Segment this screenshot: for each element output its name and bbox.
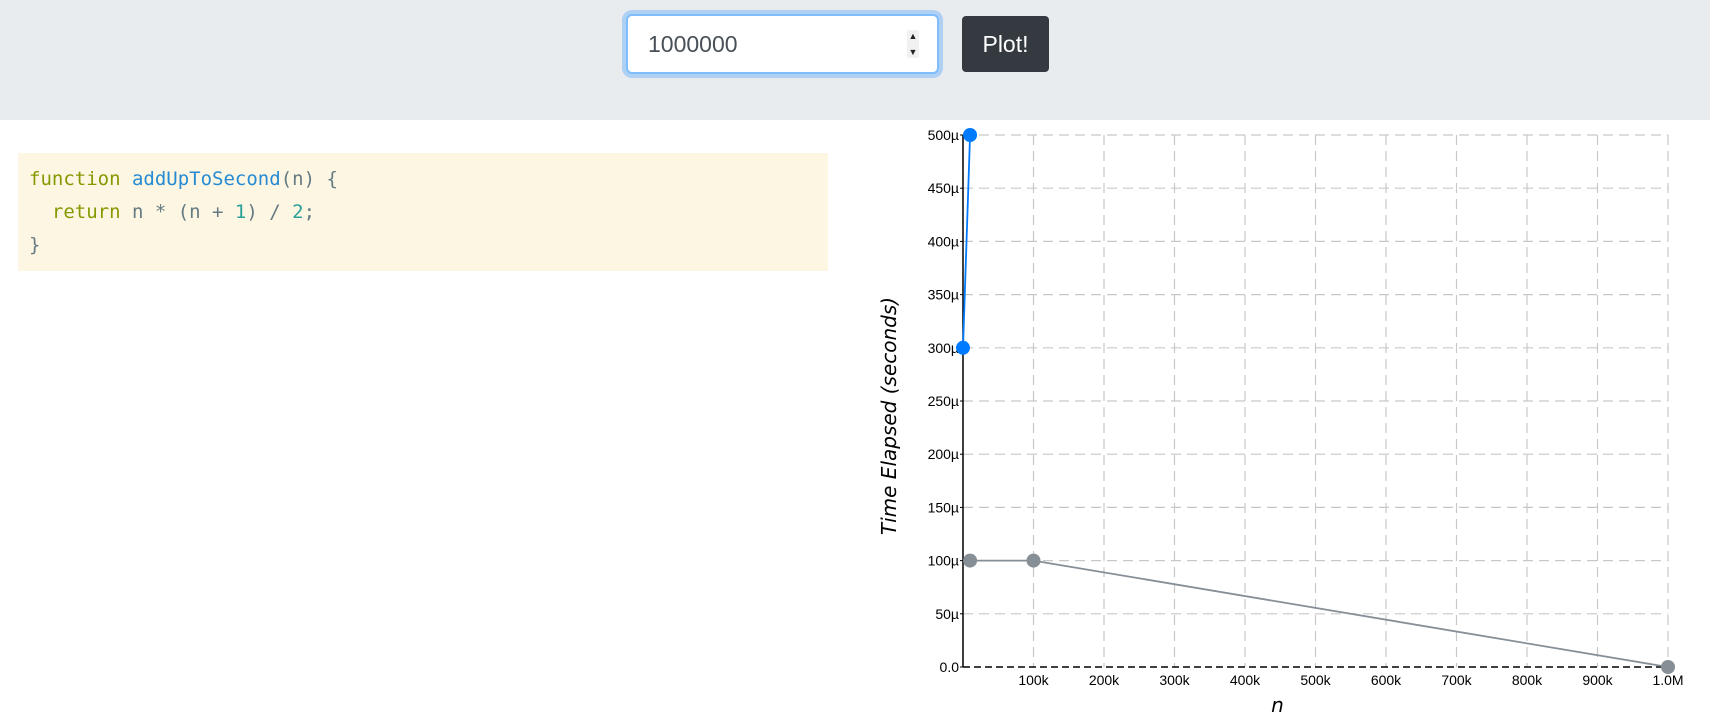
- data-point[interactable]: [963, 128, 978, 142]
- code-keyword: return: [51, 201, 121, 223]
- n-number-input[interactable]: [628, 16, 898, 72]
- code-line-3: }: [29, 234, 41, 256]
- y-tick-label: 350µ: [928, 287, 959, 303]
- code-function-name: addUpToSecond: [131, 168, 281, 190]
- y-tick-label: 300µ: [928, 340, 959, 356]
- code-text: n * (n +: [120, 201, 235, 223]
- code-block: function addUpToSecond(n) { return n * (…: [18, 153, 828, 271]
- plot-button[interactable]: Plot!: [962, 16, 1049, 72]
- y-tick-label: 0.0: [940, 659, 960, 675]
- x-tick-label: 900k: [1582, 672, 1613, 688]
- spin-up-icon[interactable]: ▲: [909, 30, 918, 42]
- x-tick-label: 300k: [1159, 672, 1190, 688]
- data-point[interactable]: [1661, 660, 1675, 674]
- x-tick-label: 200k: [1089, 672, 1120, 688]
- x-tick-label: 500k: [1300, 672, 1331, 688]
- y-tick-label: 250µ: [928, 393, 959, 409]
- code-number: 2: [292, 201, 304, 223]
- y-tick-label: 50µ: [935, 606, 959, 622]
- code-text: (n) {: [280, 168, 338, 190]
- code-text: ) /: [246, 201, 293, 223]
- data-point[interactable]: [963, 553, 978, 568]
- code-line-1: function addUpToSecond(n) {: [29, 168, 338, 190]
- data-point[interactable]: [1026, 553, 1041, 568]
- x-axis-title: n: [1271, 693, 1284, 717]
- y-tick-label: 200µ: [928, 446, 959, 462]
- x-tick-label: 100k: [1018, 672, 1049, 688]
- y-tick-label: 400µ: [928, 233, 959, 249]
- spin-down-icon[interactable]: ▼: [909, 46, 918, 58]
- code-text: ;: [303, 201, 316, 223]
- n-input-wrapper: ▲ ▼: [626, 14, 939, 74]
- code-keyword: function: [29, 168, 121, 190]
- y-tick-label: 150µ: [928, 499, 959, 515]
- x-tick-label: 1.0M: [1652, 672, 1683, 688]
- x-tick-label: 400k: [1230, 672, 1261, 688]
- y-tick-label: 500µ: [928, 127, 959, 143]
- number-spinner: ▲ ▼: [907, 30, 919, 58]
- x-tick-label: 700k: [1441, 672, 1472, 688]
- x-tick-label: 600k: [1371, 672, 1402, 688]
- y-tick-label: 450µ: [928, 180, 959, 196]
- data-point[interactable]: [956, 340, 970, 355]
- y-tick-label: 100µ: [928, 553, 959, 569]
- code-line-2: return n * (n + 1) / 2;: [29, 201, 315, 223]
- y-axis-title: Time Elapsed (seconds): [877, 297, 901, 535]
- code-number: 1: [234, 201, 247, 223]
- x-tick-label: 800k: [1512, 672, 1543, 688]
